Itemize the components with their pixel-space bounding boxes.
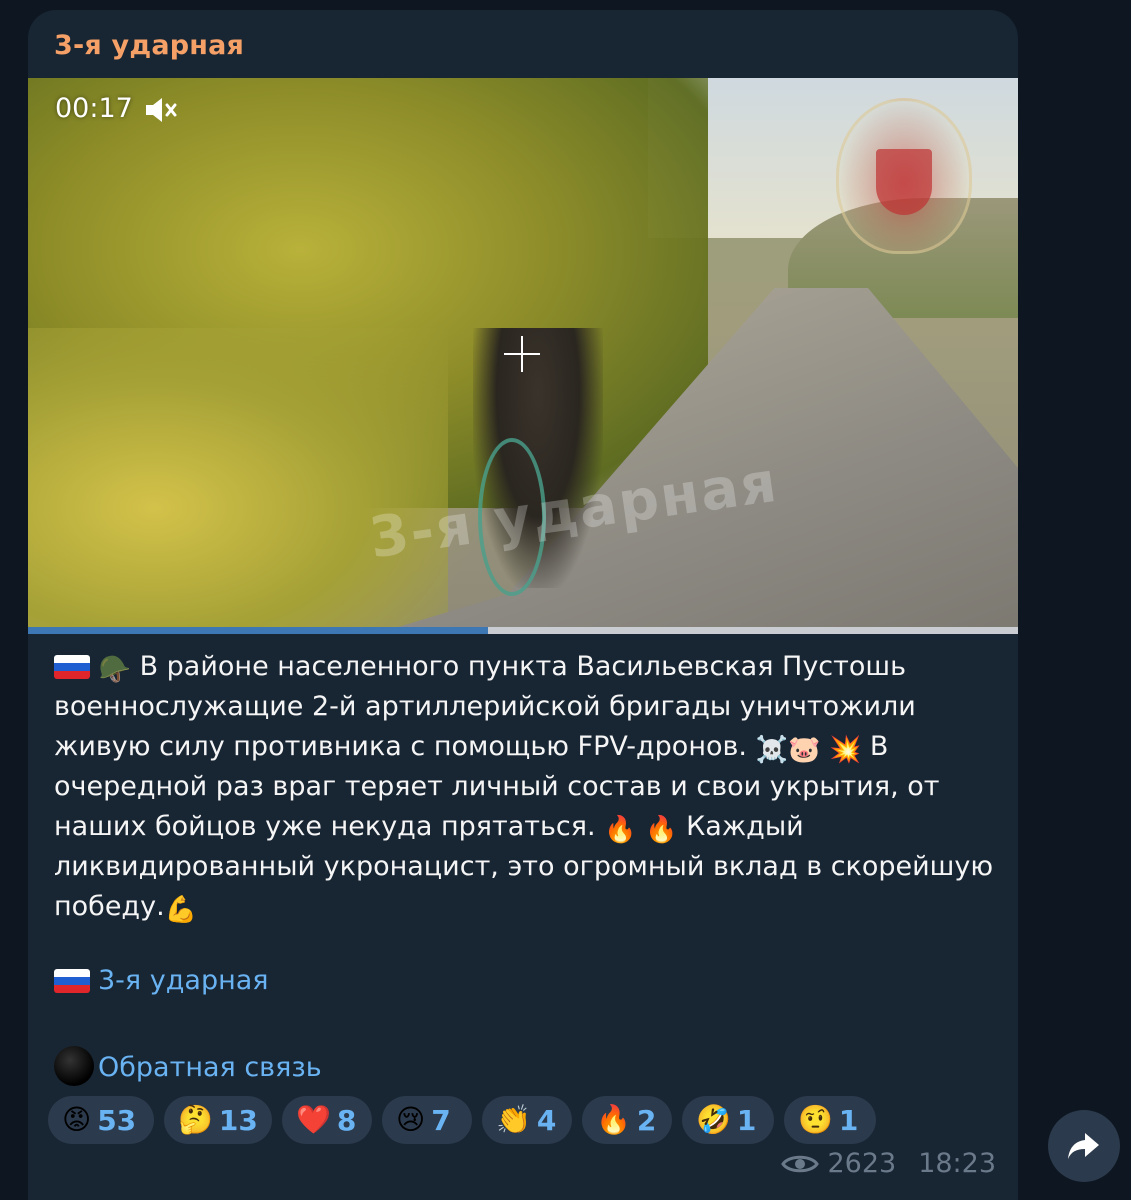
reaction-emoji: 🤔 <box>178 1103 213 1136</box>
feedback-row: Обратная связь <box>54 1046 322 1086</box>
post-caption: 🪖 В районе населенного пункта Васильевск… <box>54 647 1004 927</box>
reaction-count: 1 <box>736 1103 757 1137</box>
russian-flag-icon <box>54 969 90 993</box>
views-eye-icon <box>781 1155 820 1172</box>
video-timestamp: 00:17 <box>55 93 133 124</box>
reaction-count: 8 <box>336 1103 357 1137</box>
message-meta: 2623 18:23 <box>781 1148 996 1179</box>
forward-arrow-icon <box>1068 1133 1099 1159</box>
reaction-count: 53 <box>97 1103 137 1137</box>
skull-emoji: ☠️ <box>755 735 788 765</box>
reaction-pill[interactable]: 🤣 1 <box>682 1096 774 1144</box>
reaction-count: 1 <box>838 1103 859 1137</box>
mute-icon[interactable] <box>144 96 178 124</box>
reaction-pill[interactable]: 🔥 2 <box>582 1096 672 1144</box>
chat-background <box>0 0 28 1200</box>
muscle-emoji: 💪 <box>164 895 198 925</box>
russian-flag-icon <box>54 655 90 679</box>
fire-emoji-2: 🔥 <box>645 815 678 845</box>
channel-signature: 3-я ударная <box>54 965 269 996</box>
reaction-emoji: 🤨 <box>798 1103 833 1136</box>
fire-emoji: 🔥 <box>604 815 637 845</box>
reaction-pill[interactable]: 😡 53 <box>48 1096 154 1144</box>
reaction-emoji: 👏 <box>496 1103 531 1136</box>
reaction-emoji: ❤️ <box>296 1103 331 1136</box>
video-progress-bar[interactable] <box>28 627 1018 634</box>
video-progress-fill <box>28 627 489 634</box>
views-count: 2623 <box>827 1148 897 1179</box>
video-foliage-lower <box>28 328 448 628</box>
reaction-pill[interactable]: 👏 4 <box>482 1096 572 1144</box>
reaction-pill[interactable]: 😢 7 <box>382 1096 472 1144</box>
reaction-pill[interactable]: 🤨 1 <box>784 1096 876 1144</box>
boom-emoji: 💥 <box>828 735 862 765</box>
channel-title[interactable]: 3-я ударная <box>54 30 244 61</box>
reaction-count: 4 <box>536 1103 557 1137</box>
reaction-pill[interactable]: 🤔 13 <box>164 1096 272 1144</box>
message-time: 18:23 <box>918 1148 996 1179</box>
forward-button[interactable] <box>1048 1110 1120 1182</box>
brigade-emblem-icon <box>836 98 972 254</box>
pig-emoji: 🐷 <box>787 735 821 765</box>
crosshair-icon <box>504 336 540 372</box>
reaction-emoji: 😢 <box>396 1103 426 1136</box>
channel-link[interactable]: 3-я ударная <box>98 965 269 996</box>
black-circle-icon <box>54 1046 94 1086</box>
video-player[interactable]: 3-я ударная 00:17 <box>28 78 1018 628</box>
reaction-emoji: 😡 <box>62 1103 92 1136</box>
helmet-emoji: 🪖 <box>98 655 131 685</box>
reaction-count: 13 <box>218 1103 258 1137</box>
reaction-count: 7 <box>431 1103 451 1137</box>
reaction-emoji: 🤣 <box>696 1103 731 1136</box>
reaction-emoji: 🔥 <box>596 1103 631 1136</box>
reaction-count: 2 <box>636 1103 657 1137</box>
feedback-link[interactable]: Обратная связь <box>98 1052 322 1083</box>
reaction-pill[interactable]: ❤️ 8 <box>282 1096 372 1144</box>
